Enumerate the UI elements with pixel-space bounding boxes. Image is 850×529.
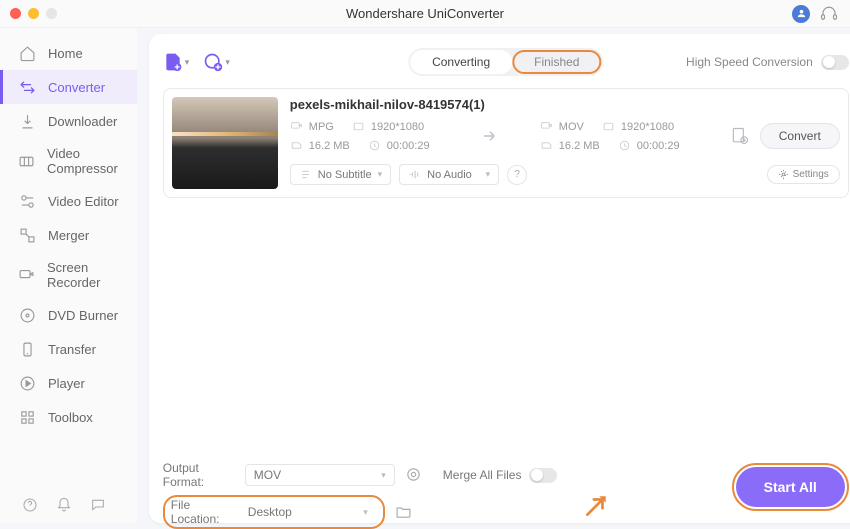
file-location-select[interactable]: Desktop▾ <box>247 501 377 523</box>
sidebar: Home Converter Downloader Video Compress… <box>0 28 137 523</box>
high-speed-toggle[interactable] <box>821 55 849 70</box>
status-tabs: Converting Finished <box>408 48 603 76</box>
merger-icon <box>18 226 36 244</box>
add-file-button[interactable]: ▾ <box>163 52 190 72</box>
recorder-icon <box>18 266 35 284</box>
sidebar-item-label: Home <box>48 46 83 61</box>
sidebar-item-label: Converter <box>48 80 105 95</box>
compress-icon <box>18 152 35 170</box>
output-format-label: Output Format: <box>163 461 235 489</box>
file-location-label: File Location: <box>171 498 239 526</box>
transfer-icon <box>18 340 36 358</box>
start-all-button[interactable]: Start All <box>736 467 845 507</box>
sidebar-item-dvd[interactable]: DVD Burner <box>0 298 137 332</box>
converter-icon <box>18 78 36 96</box>
merge-toggle[interactable] <box>529 468 557 483</box>
feedback-icon[interactable] <box>90 497 106 513</box>
arrow-icon <box>480 126 500 146</box>
sidebar-item-downloader[interactable]: Downloader <box>0 104 137 138</box>
video-thumbnail[interactable] <box>172 97 278 189</box>
play-icon <box>18 374 36 392</box>
sidebar-item-label: Downloader <box>48 114 117 129</box>
file-name: pexels-mikhail-nilov-8419574(1) <box>290 97 840 112</box>
output-format-select[interactable]: MOV▾ <box>245 464 395 486</box>
add-url-button[interactable]: ▾ <box>203 52 230 72</box>
sidebar-item-player[interactable]: Player <box>0 366 137 400</box>
output-settings-icon[interactable] <box>730 126 750 146</box>
file-location-highlight: File Location: Desktop▾ <box>163 495 385 529</box>
merge-label: Merge All Files <box>443 468 522 482</box>
window-zoom-button[interactable] <box>46 8 57 19</box>
download-icon <box>18 112 36 130</box>
app-title: Wondershare UniConverter <box>0 6 850 21</box>
sidebar-item-label: Merger <box>48 228 89 243</box>
sidebar-item-recorder[interactable]: Screen Recorder <box>0 252 137 298</box>
sidebar-item-label: Transfer <box>48 342 96 357</box>
help-icon[interactable] <box>22 497 38 513</box>
bell-icon[interactable] <box>56 497 72 513</box>
convert-button[interactable]: Convert <box>760 123 840 149</box>
sidebar-item-compressor[interactable]: Video Compressor <box>0 138 137 184</box>
sidebar-item-merger[interactable]: Merger <box>0 218 137 252</box>
sidebar-item-transfer[interactable]: Transfer <box>0 332 137 366</box>
sidebar-item-converter[interactable]: Converter <box>0 70 137 104</box>
settings-button[interactable]: Settings <box>767 165 840 184</box>
format-settings-icon[interactable] <box>405 466 423 484</box>
sidebar-item-label: Screen Recorder <box>47 260 119 290</box>
start-all-highlight: Start All <box>732 463 849 511</box>
toolbox-icon <box>18 408 36 426</box>
sidebar-item-label: DVD Burner <box>48 308 118 323</box>
disc-icon <box>18 306 36 324</box>
info-button[interactable]: ? <box>507 165 527 185</box>
tab-finished[interactable]: Finished <box>512 50 601 74</box>
support-icon[interactable] <box>820 5 838 23</box>
subtitle-dropdown[interactable]: No Subtitle▾ <box>290 164 391 185</box>
editor-icon <box>18 192 36 210</box>
audio-dropdown[interactable]: No Audio▾ <box>399 164 499 185</box>
sidebar-item-label: Video Editor <box>48 194 119 209</box>
sidebar-item-label: Toolbox <box>48 410 93 425</box>
file-item: pexels-mikhail-nilov-8419574(1) MPG 1920… <box>163 88 849 198</box>
sidebar-item-label: Player <box>48 376 85 391</box>
account-icon[interactable] <box>792 5 810 23</box>
home-icon <box>18 44 36 62</box>
sidebar-item-editor[interactable]: Video Editor <box>0 184 137 218</box>
high-speed-label: High Speed Conversion <box>686 55 813 69</box>
tab-converting[interactable]: Converting <box>410 50 512 74</box>
sidebar-item-home[interactable]: Home <box>0 36 137 70</box>
sidebar-item-toolbox[interactable]: Toolbox <box>0 400 137 434</box>
window-close-button[interactable] <box>10 8 21 19</box>
window-minimize-button[interactable] <box>28 8 39 19</box>
open-folder-icon[interactable] <box>395 503 413 521</box>
sidebar-item-label: Video Compressor <box>47 146 119 176</box>
